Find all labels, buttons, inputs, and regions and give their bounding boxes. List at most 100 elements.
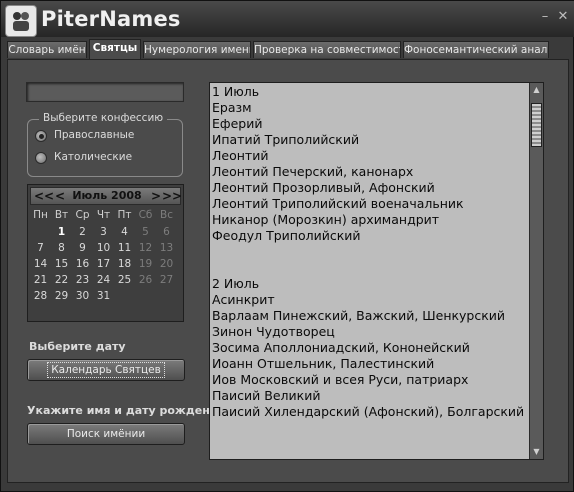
calendar-day[interactable]: 20	[156, 256, 177, 272]
calendar-day	[156, 288, 177, 304]
down-arrow-icon[interactable]: ▼	[530, 445, 543, 459]
tab-saints-calendar[interactable]: Святцы	[89, 39, 141, 59]
saints-list-content: 1 Июль Еразм Еферий Ипатий Триполийский Леон…	[212, 84, 524, 420]
tab-phonosemantic[interactable]: Фоносемантический анализ	[403, 41, 549, 58]
radio-catholic-label: Католические	[54, 151, 133, 163]
calendar-weekday: Вс	[160, 209, 173, 221]
tab-name-dictionary[interactable]: Словарь имён	[7, 41, 87, 58]
list-item[interactable]: 1 Июль	[212, 84, 522, 100]
list-item[interactable]: Ипатий Триполийский	[212, 132, 522, 148]
list-item[interactable]: Зинон Чудотворец	[212, 324, 522, 340]
calendar-day[interactable]: 19	[135, 256, 156, 272]
calendar-day[interactable]: 27	[156, 272, 177, 288]
calendar-day[interactable]: 17	[93, 256, 114, 272]
calendar-day[interactable]: 14	[30, 256, 51, 272]
calendar-day[interactable]: 12	[135, 240, 156, 256]
radio-catholic-button[interactable]	[35, 152, 47, 164]
calendar-weekday: Сб	[138, 209, 153, 221]
calendar-day[interactable]: 2	[72, 224, 93, 240]
calendar-day[interactable]: 13	[156, 240, 177, 256]
list-item[interactable]: Никанор (Морозкин) архимандрит	[212, 212, 522, 228]
list-item[interactable]: Зосима Аполлониадский, Кононейский	[212, 340, 522, 356]
next-year-button[interactable]: >>	[162, 189, 182, 203]
confession-group-title: Выберите конфессию	[39, 112, 168, 124]
list-item[interactable]	[212, 260, 522, 276]
calendar-day[interactable]: 3	[93, 224, 114, 240]
calendar-day	[114, 288, 135, 304]
calendar-day[interactable]: 8	[51, 240, 72, 256]
calendar-day[interactable]: 21	[30, 272, 51, 288]
close-icon[interactable]: ✕	[557, 10, 569, 23]
calendar-day[interactable]: 25	[114, 272, 135, 288]
list-item[interactable]: Иов Московский и всея Руси, патриарх	[212, 372, 522, 388]
list-scrollbar[interactable]: ▲ ▼	[529, 83, 543, 459]
list-item[interactable]: Феодул Триполийский	[212, 228, 522, 244]
next-month-button[interactable]: >	[151, 189, 161, 203]
prev-month-button[interactable]: <	[55, 189, 65, 203]
list-item[interactable]: 2 Июль	[212, 276, 522, 292]
confession-group	[27, 119, 183, 177]
calendar-day[interactable]: 16	[72, 256, 93, 272]
minimize-icon[interactable]: –	[539, 10, 551, 23]
list-item[interactable]	[212, 244, 522, 260]
calendar-day[interactable]: 28	[30, 288, 51, 304]
prev-year-button[interactable]: <<	[34, 189, 54, 203]
calendar-header: << < Июль 2008 > >>	[30, 187, 182, 205]
title-bar: PiterNames – ✕	[1, 1, 574, 37]
name-input[interactable]	[26, 82, 184, 102]
calendar-day	[30, 224, 51, 240]
calendar-day[interactable]: 30	[72, 288, 93, 304]
radio-orthodox-button[interactable]	[35, 130, 47, 142]
enter-name-label: Укажите имя и дату рождения	[27, 404, 225, 417]
app-window: PiterNames – ✕ Словарь имён Святцы Нумер…	[0, 0, 574, 492]
calendar-day[interactable]: 5	[135, 224, 156, 240]
tab-numerology[interactable]: Нумерология имени	[143, 41, 251, 58]
choose-date-label: Выберите дату	[29, 340, 126, 353]
list-item[interactable]: Еразм	[212, 100, 522, 116]
list-item[interactable]: Иоанн Отшельник, Палестинский	[212, 356, 522, 372]
calendar-day[interactable]: 29	[51, 288, 72, 304]
list-item[interactable]: Леонтий Прозорливый, Афонский	[212, 180, 522, 196]
up-arrow-icon[interactable]: ▲	[530, 83, 543, 97]
list-item[interactable]: Асинкрит	[212, 292, 522, 308]
calendar-day[interactable]: 10	[93, 240, 114, 256]
app-title: PiterNames	[41, 7, 181, 31]
list-item[interactable]: Леонтий Печерский, канонарх	[212, 164, 522, 180]
tab-bar: Словарь имён Святцы Нумерология имени Пр…	[7, 39, 569, 59]
search-names-button[interactable]: Поиск имёнии	[27, 423, 185, 445]
list-item[interactable]: Еферий	[212, 116, 522, 132]
search-names-button-label: Поиск имёнии	[66, 428, 146, 440]
calendar-day[interactable]: 22	[51, 272, 72, 288]
app-logo-icon	[5, 5, 37, 37]
calendar-weekday: Пт	[117, 209, 132, 221]
calendar-day[interactable]: 1	[51, 224, 72, 240]
calendar-weekday: Пн	[33, 209, 48, 221]
calendar-day[interactable]: 11	[114, 240, 135, 256]
tab-compatibility[interactable]: Проверка на совместимость	[253, 41, 401, 58]
calendar-day[interactable]: 24	[93, 272, 114, 288]
list-item[interactable]: Леонтий	[212, 148, 522, 164]
calendar-day[interactable]: 4	[114, 224, 135, 240]
calendar-day[interactable]: 26	[135, 272, 156, 288]
calendar-weekday: Чт	[96, 209, 111, 221]
list-item[interactable]: Варлаам Пинежский, Важский, Шенкурский	[212, 308, 522, 324]
calendar-day[interactable]: 23	[72, 272, 93, 288]
calendar-month-label: Июль 2008	[72, 189, 142, 202]
calendar-day[interactable]: 9	[72, 240, 93, 256]
calendar-day[interactable]: 18	[114, 256, 135, 272]
calendar-weekday: Вт	[54, 209, 69, 221]
calendar-weekday: Ср	[75, 209, 90, 221]
calendar-saints-button[interactable]: Календарь Святцев	[27, 359, 185, 381]
scrollbar-thumb[interactable]	[531, 103, 542, 147]
calendar-day[interactable]: 15	[51, 256, 72, 272]
calendar-saints-button-label: Календарь Святцев	[47, 362, 165, 378]
saints-list[interactable]: 1 Июль Еразм Еферий Ипатий Триполийский Леон…	[209, 82, 544, 460]
calendar-day[interactable]: 6	[156, 224, 177, 240]
list-item[interactable]: Леонтий Триполийский военачальник	[212, 196, 522, 212]
calendar-day[interactable]: 31	[93, 288, 114, 304]
calendar-day[interactable]: 7	[30, 240, 51, 256]
list-item[interactable]: Паисий Великий	[212, 388, 522, 404]
calendar-day	[135, 288, 156, 304]
calendar: << < Июль 2008 > >> Пн Вт Ср Чт Пт Сб Вс 1 2 3 4 5 6…	[27, 184, 184, 322]
list-item[interactable]: Паисий Хилендарский (Афонский), Болгарск…	[212, 404, 524, 420]
